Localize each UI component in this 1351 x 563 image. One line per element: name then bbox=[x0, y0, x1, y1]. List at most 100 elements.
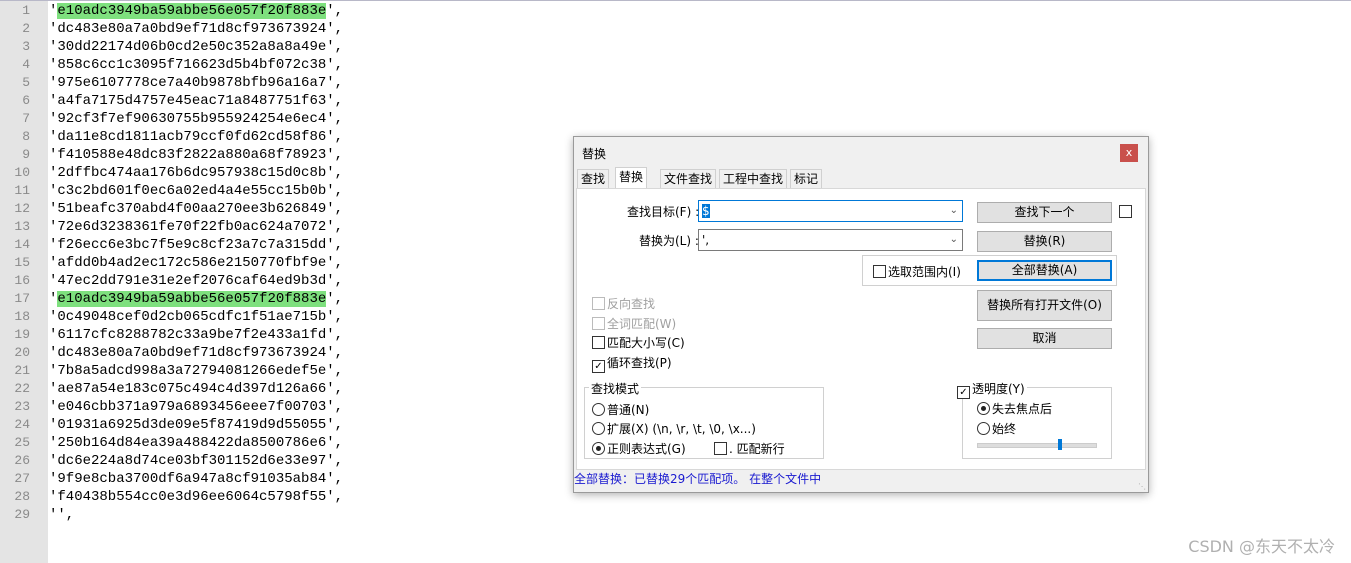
whole-word-label: 全词匹配(W) bbox=[607, 317, 677, 331]
line-text: '47ec2dd791e31e2ef2076caf64ed9b3d', bbox=[49, 273, 344, 289]
line-number: 20 bbox=[14, 345, 30, 360]
search-mode-legend: 查找模式 bbox=[589, 380, 642, 397]
line-text: '', bbox=[49, 507, 75, 523]
transparency-checkbox[interactable]: ✓ bbox=[957, 386, 970, 399]
line-number: 19 bbox=[14, 327, 30, 342]
slider-thumb[interactable] bbox=[1057, 439, 1062, 450]
line-number: 13 bbox=[14, 219, 30, 234]
in-selection-label: 选取范围内(I) bbox=[888, 265, 961, 279]
line-text: 'ae87a54e183c075c494c4d397d126a66', bbox=[49, 381, 344, 397]
line-number: 3 bbox=[22, 39, 30, 54]
wrap-around-checkbox[interactable]: ✓ bbox=[592, 360, 605, 373]
match-case-label: 匹配大小写(C) bbox=[607, 336, 685, 350]
replace-all-button[interactable]: 全部替换(A) bbox=[977, 260, 1112, 281]
match-case-checkbox[interactable] bbox=[592, 336, 605, 349]
editor-line[interactable]: 1 'e10adc3949ba59abbe56e057f20f883e', bbox=[0, 2, 700, 20]
close-button[interactable]: x bbox=[1120, 144, 1138, 162]
tab-find[interactable]: 查找 bbox=[577, 169, 610, 188]
mode-normal-option[interactable]: 普通(N) bbox=[592, 401, 649, 418]
editor-line[interactable]: 2 'dc483e80a7a0bd9ef71d8cf973673924', bbox=[0, 20, 700, 38]
mode-extended-option[interactable]: 扩展(X) (\n, \r, \t, \0, \x...) bbox=[592, 420, 756, 437]
cancel-button[interactable]: 取消 bbox=[977, 328, 1112, 349]
replace-label: 替换为(L) : bbox=[639, 234, 699, 248]
search-highlight: e10adc3949ba59abbe56e057f20f883e bbox=[57, 291, 327, 307]
find-next-button[interactable]: 查找下一个 bbox=[977, 202, 1112, 223]
line-number: 5 bbox=[22, 75, 30, 90]
line-number: 17 bbox=[14, 291, 30, 306]
line-text: '975e6107778ce7a40b9878bfb96a16a7', bbox=[49, 75, 344, 91]
line-text: 'dc483e80a7a0bd9ef71d8cf973673924', bbox=[49, 345, 344, 361]
backward-option[interactable]: 反向查找 bbox=[592, 295, 655, 312]
find-next-option-checkbox[interactable] bbox=[1119, 205, 1132, 218]
editor-line[interactable]: 29 '', bbox=[0, 506, 700, 524]
line-text: 'f410588e48dc83f2822a880a68f78923', bbox=[49, 147, 344, 163]
tab-find-in-files[interactable]: 文件查找 bbox=[660, 169, 717, 188]
dot-newline-checkbox[interactable] bbox=[714, 442, 727, 455]
whole-word-option[interactable]: 全词匹配(W) bbox=[592, 315, 676, 332]
dialog-title: 替换 bbox=[582, 147, 607, 161]
line-number: 23 bbox=[14, 399, 30, 414]
editor-line[interactable]: 3 '30dd22174d06b0cd2e50c352a8a8a49e', bbox=[0, 38, 700, 56]
replace-dialog: 替换 x 查找 替换 文件查找 工程中查找 标记 查找目标(F) : $ ⌄ 替… bbox=[573, 136, 1149, 493]
line-number: 10 bbox=[14, 165, 30, 180]
mode-normal-radio[interactable] bbox=[592, 403, 605, 416]
editor-line[interactable]: 5 '975e6107778ce7a40b9878bfb96a16a7', bbox=[0, 74, 700, 92]
editor-line[interactable]: 7 '92cf3f7ef90630755b955924254e6ec4', bbox=[0, 110, 700, 128]
transparency-option[interactable]: ✓ 透明度(Y) bbox=[955, 380, 1027, 399]
mode-regex-radio[interactable] bbox=[592, 442, 605, 455]
line-text: '72e6d3238361fe70f22fb0ac624a7072', bbox=[49, 219, 344, 235]
line-text: '51beafc370abd4f00aa270ee3b626849', bbox=[49, 201, 344, 217]
line-text: '01931a6925d3de09e5f87419d9d55055', bbox=[49, 417, 344, 433]
line-number: 15 bbox=[14, 255, 30, 270]
line-number: 14 bbox=[14, 237, 30, 252]
line-text: 'dc6e224a8d74ce03bf301152d6e33e97', bbox=[49, 453, 344, 469]
line-text: 'f26ecc6e3bc7f5e9c8cf23a7c7a315dd', bbox=[49, 237, 344, 253]
line-text: '858c6cc1c3095f716623d5b4bf072c38', bbox=[49, 57, 344, 73]
always-radio[interactable] bbox=[977, 422, 990, 435]
replace-value: ', bbox=[702, 233, 710, 247]
watermark: CSDN @东天不太冷 bbox=[1188, 537, 1335, 556]
mode-extended-radio[interactable] bbox=[592, 422, 605, 435]
match-case-option[interactable]: 匹配大小写(C) bbox=[592, 334, 685, 351]
tab-replace[interactable]: 替换 bbox=[615, 167, 648, 189]
wrap-around-option[interactable]: ✓ 循环查找(P) bbox=[592, 354, 672, 373]
whole-word-checkbox[interactable] bbox=[592, 317, 605, 330]
mode-regex-option[interactable]: 正则表达式(G) bbox=[592, 440, 686, 457]
replace-input[interactable]: ', ⌄ bbox=[698, 229, 963, 251]
line-number: 21 bbox=[14, 363, 30, 378]
line-text: 'e10adc3949ba59abbe56e057f20f883e', bbox=[49, 3, 344, 19]
tab-mark[interactable]: 标记 bbox=[790, 169, 823, 188]
line-number: 28 bbox=[14, 489, 30, 504]
on-lose-focus-label: 失去焦点后 bbox=[992, 402, 1053, 416]
editor-line[interactable]: 4 '858c6cc1c3095f716623d5b4bf072c38', bbox=[0, 56, 700, 74]
line-text: '6117cfc8288782c33a9be7f2e433a1fd', bbox=[49, 327, 344, 343]
chevron-down-icon[interactable]: ⌄ bbox=[950, 230, 958, 250]
mode-extended-label: 扩展(X) (\n, \r, \t, \0, \x...) bbox=[607, 422, 756, 436]
line-text: 'f40438b554cc0e3d96ee6064c5798f55', bbox=[49, 489, 344, 505]
replace-button[interactable]: 替换(R) bbox=[977, 231, 1112, 252]
tab-find-in-projects[interactable]: 工程中查找 bbox=[719, 169, 788, 188]
line-number: 2 bbox=[22, 21, 30, 36]
in-selection-option[interactable]: 选取范围内(I) bbox=[873, 263, 961, 280]
resize-grip-icon[interactable]: ⋱ bbox=[1138, 482, 1146, 491]
editor-line[interactable]: 6 'a4fa7175d4757e45eac71a8487751f63', bbox=[0, 92, 700, 110]
replace-all-open-files-button[interactable]: 替换所有打开文件(O) bbox=[977, 290, 1112, 321]
top-border bbox=[0, 0, 1351, 1]
on-lose-focus-radio[interactable] bbox=[977, 402, 990, 415]
backward-checkbox[interactable] bbox=[592, 297, 605, 310]
dot-newline-option[interactable]: . 匹配新行 bbox=[714, 440, 785, 457]
line-text: 'afdd0b4ad2ec172c586e2150770fbf9e', bbox=[49, 255, 344, 271]
always-option[interactable]: 始终 bbox=[977, 420, 1016, 437]
find-input[interactable]: $ ⌄ bbox=[698, 200, 963, 222]
transparency-slider[interactable] bbox=[977, 439, 1097, 450]
chevron-down-icon[interactable]: ⌄ bbox=[950, 201, 958, 221]
line-number: 29 bbox=[14, 507, 30, 522]
in-selection-checkbox[interactable] bbox=[873, 265, 886, 278]
line-number: 18 bbox=[14, 309, 30, 324]
replace-panel: 查找目标(F) : $ ⌄ 替换为(L) : ', ⌄ 查找下一个 替换(R) … bbox=[576, 188, 1146, 470]
line-number: 12 bbox=[14, 201, 30, 216]
line-number: 4 bbox=[22, 57, 30, 72]
backward-label: 反向查找 bbox=[607, 297, 656, 311]
mode-normal-label: 普通(N) bbox=[607, 403, 650, 417]
on-lose-focus-option[interactable]: 失去焦点后 bbox=[977, 400, 1052, 417]
